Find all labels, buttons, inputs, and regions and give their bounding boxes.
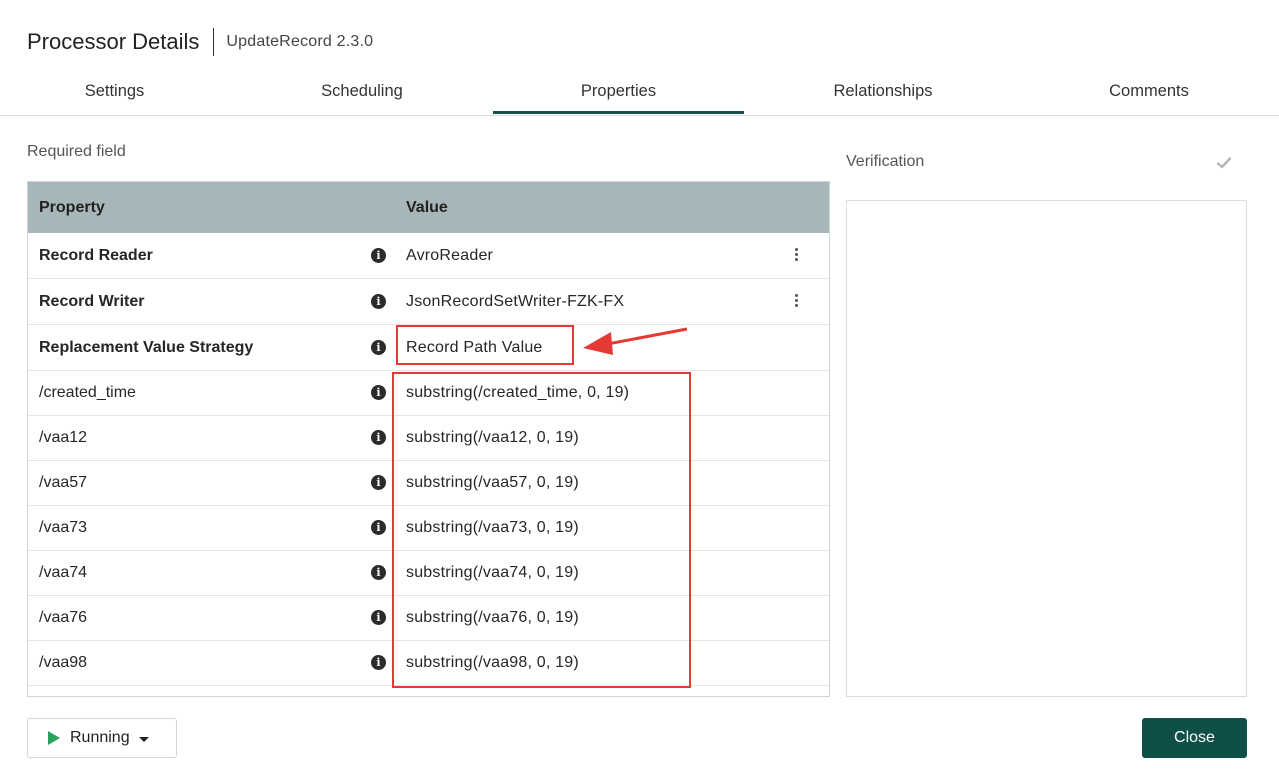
tab-scheduling[interactable]: Scheduling xyxy=(247,74,477,114)
close-button[interactable]: Close xyxy=(1142,718,1247,758)
info-icon[interactable]: i xyxy=(371,385,386,400)
check-icon xyxy=(1216,157,1232,169)
info-icon[interactable]: i xyxy=(371,430,386,445)
verification-panel xyxy=(846,200,1247,697)
property-name: /vaa74 xyxy=(39,564,88,581)
property-name: /vaa98 xyxy=(39,654,88,671)
table-row[interactable]: Record Writer i JsonRecordSetWriter-FZK-… xyxy=(28,279,829,325)
processor-type: UpdateRecord 2.3.0 xyxy=(226,33,374,50)
property-name: Replacement Value Strategy xyxy=(39,339,254,356)
column-header-value: Value xyxy=(406,199,448,216)
annotation-highlight-values xyxy=(392,372,691,688)
info-icon[interactable]: i xyxy=(371,475,386,490)
caret-down-icon xyxy=(138,737,149,742)
property-value[interactable]: AvroReader xyxy=(406,233,493,278)
table-row[interactable]: Record Reader i AvroReader xyxy=(28,233,829,279)
play-icon xyxy=(48,731,60,745)
required-field-label: Required field xyxy=(27,143,126,160)
info-icon[interactable]: i xyxy=(371,294,386,309)
property-name: /created_time xyxy=(39,384,136,401)
annotation-arrow-icon xyxy=(583,327,688,355)
tab-comments[interactable]: Comments xyxy=(1024,74,1274,114)
verification-label: Verification xyxy=(846,153,925,170)
info-icon[interactable]: i xyxy=(371,248,386,263)
title-divider xyxy=(213,28,215,56)
property-name: /vaa76 xyxy=(39,609,88,626)
info-icon[interactable]: i xyxy=(371,610,386,625)
property-name: Record Reader xyxy=(39,247,153,264)
property-name: /vaa57 xyxy=(39,474,88,491)
run-status-label: Running xyxy=(70,729,130,746)
property-value[interactable]: JsonRecordSetWriter-FZK-FX xyxy=(406,279,624,324)
tab-bar: Settings Scheduling Properties Relations… xyxy=(0,74,1279,116)
tab-properties[interactable]: Properties xyxy=(493,74,744,114)
tab-settings[interactable]: Settings xyxy=(0,74,229,114)
property-name: /vaa73 xyxy=(39,519,88,536)
info-icon[interactable]: i xyxy=(371,520,386,535)
annotation-highlight-strategy xyxy=(396,325,574,365)
info-icon[interactable]: i xyxy=(371,565,386,580)
more-options-icon[interactable] xyxy=(791,293,801,309)
property-name: Record Writer xyxy=(39,293,145,310)
table-header: Property Value xyxy=(28,182,829,233)
tab-relationships[interactable]: Relationships xyxy=(758,74,1008,114)
more-options-icon[interactable] xyxy=(791,247,801,263)
dialog-header: Processor Details UpdateRecord 2.3.0 xyxy=(27,27,373,57)
info-icon[interactable]: i xyxy=(371,340,386,355)
run-status-button[interactable]: Running xyxy=(27,718,177,758)
dialog-title: Processor Details xyxy=(27,29,200,54)
property-name: /vaa12 xyxy=(39,429,88,446)
column-header-property: Property xyxy=(39,199,105,216)
info-icon[interactable]: i xyxy=(371,655,386,670)
